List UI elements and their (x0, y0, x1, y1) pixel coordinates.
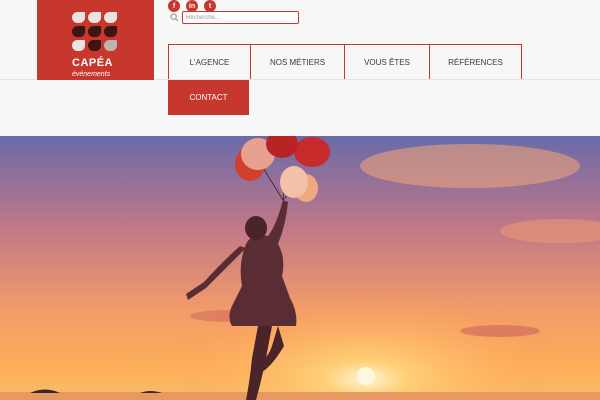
search-input[interactable] (182, 11, 299, 24)
nav-item-metiers[interactable]: NOS MÉTIERS (250, 44, 345, 79)
nav-item-vous-etes[interactable]: VOUS ÊTES (344, 44, 430, 79)
logo-mark (72, 12, 120, 51)
hero-banner (0, 136, 600, 400)
nav-item-agence[interactable]: L'AGENCE (168, 44, 251, 79)
hero-image (0, 136, 600, 400)
capea-logo[interactable]: CAPÉA événements (37, 0, 154, 80)
nav-item-references[interactable]: RÉFÉRENCES (429, 44, 522, 79)
site-header: CAPÉA événements f in t L'AGENCE NOS MÉT… (0, 0, 600, 136)
logo-tagline: événements (72, 71, 111, 78)
nav-item-contact[interactable]: CONTACT (168, 80, 249, 115)
search-icon[interactable] (170, 13, 179, 22)
facebook-icon[interactable]: f (168, 0, 180, 12)
logo-name: CAPÉA (72, 57, 114, 69)
